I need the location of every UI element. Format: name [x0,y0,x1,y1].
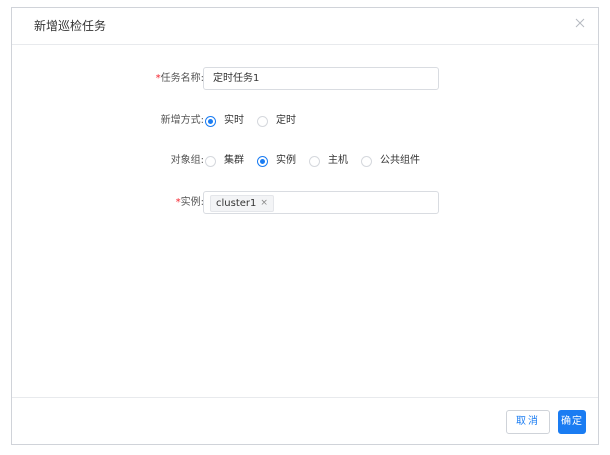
radio-label: 实时 [224,115,244,126]
radio-label: 实例 [276,155,296,166]
radio-unchecked-icon [361,155,372,167]
task-name-input[interactable]: 定时任务1 [203,67,439,90]
cancel-button[interactable]: 取消 [506,410,550,434]
dialog-footer: 取消 确定 [12,397,598,444]
radio-realtime[interactable]: 实时 [205,109,244,133]
radio-checked-icon [205,115,216,127]
object-group-label: 对象组: [170,155,204,166]
radio-checked-icon [257,155,268,167]
radio-cluster[interactable]: 集群 [205,149,244,173]
task-name-label: *任务名称: [156,67,204,91]
object-group-row: 对象组: 集群 实例 主机 公共组件 [12,149,598,173]
dialog-title: 新增巡检任务 [34,19,107,33]
radio-unchecked-icon [257,115,268,127]
radio-label: 集群 [224,155,244,166]
instance-tag: cluster1 × [210,195,274,212]
confirm-button[interactable]: 确定 [558,410,586,434]
radio-unchecked-icon [309,155,320,167]
radio-label: 主机 [328,155,348,166]
tag-label: cluster1 [216,198,257,209]
radio-host[interactable]: 主机 [309,149,348,173]
task-name-row: *任务名称: 定时任务1 [12,67,598,91]
add-mode-radio-group: 实时 定时 [205,109,309,133]
instance-select[interactable]: cluster1 × [203,191,439,214]
add-inspection-task-dialog: 新增巡检任务 *任务名称: 定时任务1 新增方式: 实时 定时 对象组: 集群 … [11,7,599,445]
radio-scheduled[interactable]: 定时 [257,109,296,133]
instance-label-text: 实例: [180,197,204,208]
instance-row: *实例: cluster1 × [12,191,598,215]
add-mode-label: 新增方式: [160,115,204,126]
tag-close-icon[interactable]: × [260,196,268,211]
instance-label: *实例: [176,191,204,215]
add-mode-row: 新增方式: 实时 定时 [12,109,598,133]
radio-common-component[interactable]: 公共组件 [361,149,420,173]
close-icon[interactable] [572,15,588,31]
dialog-header: 新增巡检任务 [12,8,598,45]
radio-unchecked-icon [205,155,216,167]
object-group-radio-group: 集群 实例 主机 公共组件 [205,149,433,173]
task-name-label-text: 任务名称: [160,73,204,84]
radio-label: 定时 [276,115,296,126]
radio-label: 公共组件 [380,155,420,166]
radio-instance[interactable]: 实例 [257,149,296,173]
